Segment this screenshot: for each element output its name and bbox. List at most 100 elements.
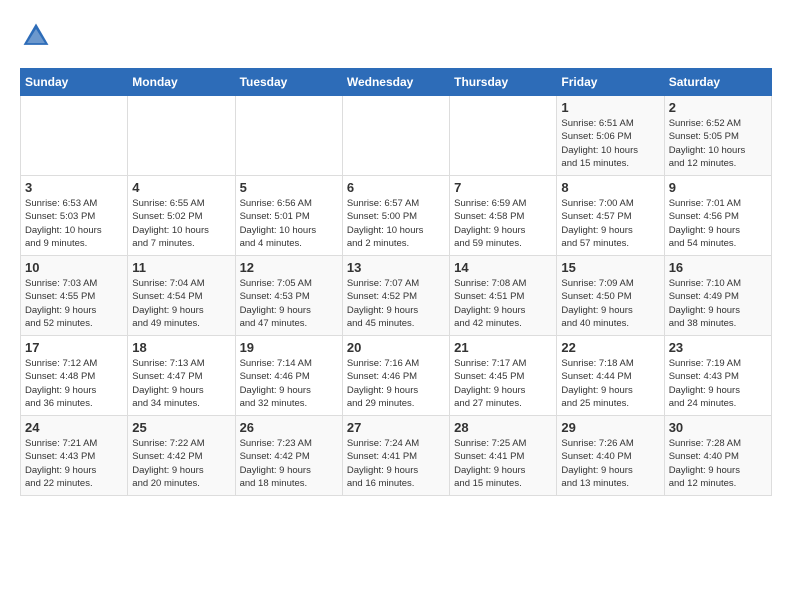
day-info: Sunrise: 7:05 AM Sunset: 4:53 PM Dayligh… bbox=[240, 277, 338, 330]
day-number: 27 bbox=[347, 420, 445, 435]
day-number: 4 bbox=[132, 180, 230, 195]
day-number: 23 bbox=[669, 340, 767, 355]
day-header-saturday: Saturday bbox=[664, 69, 771, 96]
calendar-table: SundayMondayTuesdayWednesdayThursdayFrid… bbox=[20, 68, 772, 496]
calendar-cell: 13 Sunrise: 7:07 AM Sunset: 4:52 PM Dayli… bbox=[342, 256, 449, 336]
calendar-cell: 9 Sunrise: 7:01 AM Sunset: 4:56 PM Daylig… bbox=[664, 176, 771, 256]
calendar-cell: 15 Sunrise: 7:09 AM Sunset: 4:50 PM Dayli… bbox=[557, 256, 664, 336]
calendar-cell: 7 Sunrise: 6:59 AM Sunset: 4:58 PM Daylig… bbox=[450, 176, 557, 256]
day-header-thursday: Thursday bbox=[450, 69, 557, 96]
day-number: 14 bbox=[454, 260, 552, 275]
day-number: 22 bbox=[561, 340, 659, 355]
day-number: 16 bbox=[669, 260, 767, 275]
logo-icon bbox=[20, 20, 52, 52]
day-info: Sunrise: 7:01 AM Sunset: 4:56 PM Dayligh… bbox=[669, 197, 767, 250]
day-info: Sunrise: 7:16 AM Sunset: 4:46 PM Dayligh… bbox=[347, 357, 445, 410]
day-info: Sunrise: 7:07 AM Sunset: 4:52 PM Dayligh… bbox=[347, 277, 445, 330]
calendar-cell bbox=[128, 96, 235, 176]
day-info: Sunrise: 7:19 AM Sunset: 4:43 PM Dayligh… bbox=[669, 357, 767, 410]
day-info: Sunrise: 7:22 AM Sunset: 4:42 PM Dayligh… bbox=[132, 437, 230, 490]
day-info: Sunrise: 7:10 AM Sunset: 4:49 PM Dayligh… bbox=[669, 277, 767, 330]
week-row-1: 1 Sunrise: 6:51 AM Sunset: 5:06 PM Daylig… bbox=[21, 96, 772, 176]
day-info: Sunrise: 6:51 AM Sunset: 5:06 PM Dayligh… bbox=[561, 117, 659, 170]
calendar-cell: 14 Sunrise: 7:08 AM Sunset: 4:51 PM Dayli… bbox=[450, 256, 557, 336]
day-info: Sunrise: 6:56 AM Sunset: 5:01 PM Dayligh… bbox=[240, 197, 338, 250]
day-number: 3 bbox=[25, 180, 123, 195]
day-number: 5 bbox=[240, 180, 338, 195]
calendar-cell: 21Sunrise: 7:17 AM Sunset: 4:45 PM Dayli… bbox=[450, 336, 557, 416]
day-info: Sunrise: 7:23 AM Sunset: 4:42 PM Dayligh… bbox=[240, 437, 338, 490]
calendar-cell: 5 Sunrise: 6:56 AM Sunset: 5:01 PM Daylig… bbox=[235, 176, 342, 256]
day-number: 26 bbox=[240, 420, 338, 435]
calendar-cell: 2 Sunrise: 6:52 AM Sunset: 5:05 PM Daylig… bbox=[664, 96, 771, 176]
day-number: 15 bbox=[561, 260, 659, 275]
day-number: 30 bbox=[669, 420, 767, 435]
day-header-tuesday: Tuesday bbox=[235, 69, 342, 96]
day-number: 12 bbox=[240, 260, 338, 275]
day-number: 2 bbox=[669, 100, 767, 115]
day-number: 9 bbox=[669, 180, 767, 195]
calendar-cell bbox=[342, 96, 449, 176]
day-info: Sunrise: 7:28 AM Sunset: 4:40 PM Dayligh… bbox=[669, 437, 767, 490]
calendar-cell bbox=[235, 96, 342, 176]
day-number: 6 bbox=[347, 180, 445, 195]
day-info: Sunrise: 7:03 AM Sunset: 4:55 PM Dayligh… bbox=[25, 277, 123, 330]
week-row-5: 24 Sunrise: 7:21 AM Sunset: 4:43 PM Dayli… bbox=[21, 416, 772, 496]
day-info: Sunrise: 7:09 AM Sunset: 4:50 PM Dayligh… bbox=[561, 277, 659, 330]
calendar-cell: 19 Sunrise: 7:14 AM Sunset: 4:46 PM Dayli… bbox=[235, 336, 342, 416]
calendar-cell: 18Sunrise: 7:13 AM Sunset: 4:47 PM Dayli… bbox=[128, 336, 235, 416]
day-number: 13 bbox=[347, 260, 445, 275]
day-info: Sunrise: 7:17 AM Sunset: 4:45 PM Dayligh… bbox=[454, 357, 552, 410]
header-row: SundayMondayTuesdayWednesdayThursdayFrid… bbox=[21, 69, 772, 96]
calendar-cell: 1 Sunrise: 6:51 AM Sunset: 5:06 PM Daylig… bbox=[557, 96, 664, 176]
day-info: Sunrise: 7:21 AM Sunset: 4:43 PM Dayligh… bbox=[25, 437, 123, 490]
calendar-cell: 16 Sunrise: 7:10 AM Sunset: 4:49 PM Dayli… bbox=[664, 256, 771, 336]
day-number: 10 bbox=[25, 260, 123, 275]
day-info: Sunrise: 6:59 AM Sunset: 4:58 PM Dayligh… bbox=[454, 197, 552, 250]
calendar-cell bbox=[450, 96, 557, 176]
calendar-cell: 26 Sunrise: 7:23 AM Sunset: 4:42 PM Dayli… bbox=[235, 416, 342, 496]
day-number: 24 bbox=[25, 420, 123, 435]
day-info: Sunrise: 7:26 AM Sunset: 4:40 PM Dayligh… bbox=[561, 437, 659, 490]
day-number: 7 bbox=[454, 180, 552, 195]
calendar-cell: 8 Sunrise: 7:00 AM Sunset: 4:57 PM Daylig… bbox=[557, 176, 664, 256]
day-info: Sunrise: 7:12 AM Sunset: 4:48 PM Dayligh… bbox=[25, 357, 123, 410]
calendar-cell: 27 Sunrise: 7:24 AM Sunset: 4:41 PM Dayli… bbox=[342, 416, 449, 496]
calendar-cell: 20 Sunrise: 7:16 AM Sunset: 4:46 PM Dayli… bbox=[342, 336, 449, 416]
day-info: Sunrise: 6:55 AM Sunset: 5:02 PM Dayligh… bbox=[132, 197, 230, 250]
day-number: 19 bbox=[240, 340, 338, 355]
day-info: Sunrise: 6:52 AM Sunset: 5:05 PM Dayligh… bbox=[669, 117, 767, 170]
logo bbox=[20, 20, 56, 52]
day-info: Sunrise: 7:04 AM Sunset: 4:54 PM Dayligh… bbox=[132, 277, 230, 330]
calendar-cell: 10 Sunrise: 7:03 AM Sunset: 4:55 PM Dayli… bbox=[21, 256, 128, 336]
week-row-3: 10 Sunrise: 7:03 AM Sunset: 4:55 PM Dayli… bbox=[21, 256, 772, 336]
day-info: Sunrise: 6:57 AM Sunset: 5:00 PM Dayligh… bbox=[347, 197, 445, 250]
day-info: Sunrise: 7:18 AM Sunset: 4:44 PM Dayligh… bbox=[561, 357, 659, 410]
calendar-cell bbox=[21, 96, 128, 176]
calendar-cell: 11 Sunrise: 7:04 AM Sunset: 4:54 PM Dayli… bbox=[128, 256, 235, 336]
day-info: Sunrise: 7:14 AM Sunset: 4:46 PM Dayligh… bbox=[240, 357, 338, 410]
day-info: Sunrise: 7:08 AM Sunset: 4:51 PM Dayligh… bbox=[454, 277, 552, 330]
day-header-friday: Friday bbox=[557, 69, 664, 96]
calendar-cell: 3 Sunrise: 6:53 AM Sunset: 5:03 PM Daylig… bbox=[21, 176, 128, 256]
calendar-cell: 22 Sunrise: 7:18 AM Sunset: 4:44 PM Dayli… bbox=[557, 336, 664, 416]
day-number: 11 bbox=[132, 260, 230, 275]
day-number: 28 bbox=[454, 420, 552, 435]
calendar-cell: 28Sunrise: 7:25 AM Sunset: 4:41 PM Dayli… bbox=[450, 416, 557, 496]
calendar-cell: 25 Sunrise: 7:22 AM Sunset: 4:42 PM Dayli… bbox=[128, 416, 235, 496]
day-info: Sunrise: 7:00 AM Sunset: 4:57 PM Dayligh… bbox=[561, 197, 659, 250]
calendar-cell: 24 Sunrise: 7:21 AM Sunset: 4:43 PM Dayli… bbox=[21, 416, 128, 496]
day-header-sunday: Sunday bbox=[21, 69, 128, 96]
week-row-2: 3 Sunrise: 6:53 AM Sunset: 5:03 PM Daylig… bbox=[21, 176, 772, 256]
day-number: 20 bbox=[347, 340, 445, 355]
day-number: 25 bbox=[132, 420, 230, 435]
day-info: Sunrise: 7:24 AM Sunset: 4:41 PM Dayligh… bbox=[347, 437, 445, 490]
calendar-cell: 30 Sunrise: 7:28 AM Sunset: 4:40 PM Dayli… bbox=[664, 416, 771, 496]
day-info: Sunrise: 6:53 AM Sunset: 5:03 PM Dayligh… bbox=[25, 197, 123, 250]
day-number: 17 bbox=[25, 340, 123, 355]
day-number: 1 bbox=[561, 100, 659, 115]
calendar-cell: 17 Sunrise: 7:12 AM Sunset: 4:48 PM Dayli… bbox=[21, 336, 128, 416]
day-number: 29 bbox=[561, 420, 659, 435]
day-number: 8 bbox=[561, 180, 659, 195]
calendar-cell: 6 Sunrise: 6:57 AM Sunset: 5:00 PM Daylig… bbox=[342, 176, 449, 256]
